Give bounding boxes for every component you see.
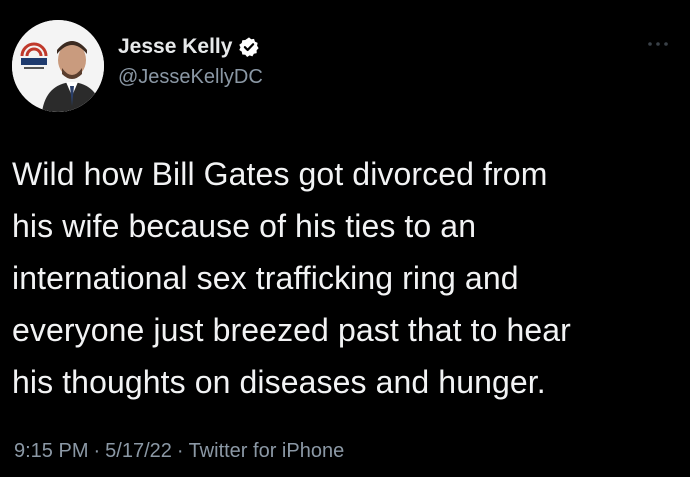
tweet-time[interactable]: 9:15 PM — [14, 440, 88, 462]
tweet-card: Jesse Kelly @JesseKellyDC Wild how Bill … — [0, 0, 690, 477]
tweet-text-line: everyone just breezed past that to hear — [12, 312, 571, 348]
author-avatar[interactable] — [12, 20, 104, 112]
tweet-source[interactable]: Twitter for iPhone — [189, 440, 345, 462]
tweet-text: Wild how Bill Gates got divorced from hi… — [12, 148, 680, 408]
tweet-text-line: his thoughts on diseases and hunger. — [12, 364, 546, 400]
tweet-text-line: his wife because of his ties to an — [12, 208, 477, 244]
verified-badge-icon — [238, 36, 260, 58]
tweet-date[interactable]: 5/17/22 — [105, 440, 172, 462]
more-options-icon[interactable] — [640, 32, 676, 56]
profile-photo-icon — [12, 20, 104, 112]
meta-separator: · — [93, 440, 101, 462]
tweet-meta: 9:15 PM · 5/17/22 · Twitter for iPhone — [14, 440, 344, 463]
tweet-text-line: Wild how Bill Gates got divorced from — [12, 156, 548, 192]
author-display-name[interactable]: Jesse Kelly — [118, 35, 232, 59]
meta-separator: · — [176, 440, 184, 462]
author-name-row: Jesse Kelly — [118, 34, 260, 60]
author-handle[interactable]: @JesseKellyDC — [118, 66, 263, 89]
tweet-text-line: international sex trafficking ring and — [12, 260, 519, 296]
